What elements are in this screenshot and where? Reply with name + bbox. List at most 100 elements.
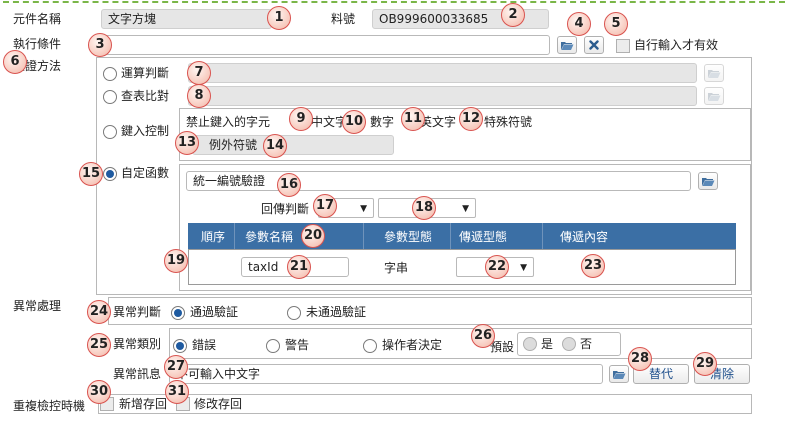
annotation-badge: 5 bbox=[604, 12, 628, 36]
exception-category-group bbox=[169, 328, 752, 359]
category-error-radio[interactable] bbox=[173, 339, 187, 353]
params-table-header: 順序 參數名稱 參數型態 傳遞型態 傳遞內容 bbox=[188, 223, 736, 249]
custom-func-input[interactable]: 統一編號驗證 bbox=[186, 171, 691, 191]
part-no-label: 料號 bbox=[331, 12, 356, 26]
exception-category-label: 異常類別 bbox=[113, 337, 162, 351]
annotation-badge: 22 bbox=[485, 255, 509, 279]
forbid-special-option[interactable]: 特殊符號 bbox=[484, 114, 532, 130]
exec-condition-label: 執行條件 bbox=[13, 37, 62, 51]
annotation-badge: 13 bbox=[175, 131, 199, 155]
col-pass-type: 傳遞型態 bbox=[459, 230, 508, 244]
calc-field[interactable] bbox=[188, 63, 697, 83]
custom-func-radio[interactable] bbox=[103, 167, 117, 181]
exception-symbols-field[interactable]: 例外符號 bbox=[192, 135, 394, 155]
exec-condition-browse-button[interactable] bbox=[557, 36, 577, 54]
close-icon bbox=[589, 40, 599, 50]
annotation-badge: 6 bbox=[3, 50, 27, 74]
annotation-badge: 18 bbox=[412, 196, 436, 220]
annotation-badge: 21 bbox=[287, 255, 311, 279]
exec-condition-input[interactable] bbox=[101, 35, 550, 55]
default-yes-radio[interactable] bbox=[523, 337, 537, 351]
calc-label: 運算判斷 bbox=[121, 66, 170, 80]
repeat-edit-label: 修改存回 bbox=[194, 397, 243, 411]
judge-fail-label: 未通過驗証 bbox=[306, 305, 367, 319]
top-divider bbox=[3, 1, 785, 3]
category-operator-radio[interactable] bbox=[363, 339, 377, 353]
return-judge-label: 回傳判斷 bbox=[261, 202, 310, 216]
calc-radio[interactable] bbox=[103, 67, 117, 81]
category-operator-label: 操作者決定 bbox=[382, 338, 443, 352]
repeat-new-label: 新增存回 bbox=[119, 397, 168, 411]
category-warning-radio[interactable] bbox=[266, 339, 280, 353]
key-control-radio[interactable] bbox=[103, 125, 117, 139]
self-input-checkbox[interactable] bbox=[616, 39, 630, 53]
annotation-badge: 8 bbox=[187, 84, 211, 108]
forbidden-chars-label: 禁止鍵入的字元 bbox=[186, 115, 271, 129]
annotation-badge: 25 bbox=[87, 333, 111, 357]
annotation-badge: 2 bbox=[501, 3, 525, 27]
col-param-name: 參數名稱 bbox=[245, 230, 294, 244]
annotation-badge: 19 bbox=[164, 249, 188, 273]
chevron-down-icon: ▼ bbox=[520, 263, 527, 273]
annotation-badge: 16 bbox=[277, 173, 301, 197]
annotation-badge: 10 bbox=[342, 110, 366, 134]
default-no-radio[interactable] bbox=[562, 337, 576, 351]
key-control-label: 鍵入控制 bbox=[121, 124, 170, 138]
annotation-badge: 20 bbox=[301, 224, 325, 248]
annotation-badge: 31 bbox=[165, 380, 189, 404]
annotation-badge: 12 bbox=[459, 107, 483, 131]
lookup-browse-button[interactable] bbox=[704, 87, 724, 105]
lookup-field[interactable] bbox=[188, 86, 697, 106]
judge-fail-radio[interactable] bbox=[287, 306, 301, 320]
calc-browse-button[interactable] bbox=[704, 64, 724, 82]
self-input-label: 自行輸入才有效 bbox=[634, 38, 719, 52]
annotation-badge: 29 bbox=[693, 352, 717, 376]
exception-message-label: 異常訊息 bbox=[113, 367, 162, 381]
exception-message-browse-button[interactable] bbox=[609, 365, 629, 383]
annotation-badge: 14 bbox=[263, 134, 287, 158]
param-type-cell: 字串 bbox=[384, 261, 409, 275]
default-no-label: 否 bbox=[580, 337, 593, 351]
component-name-field[interactable]: 文字方塊 bbox=[101, 9, 272, 29]
annotation-badge: 27 bbox=[164, 355, 188, 379]
col-order: 順序 bbox=[201, 230, 226, 244]
annotation-badge: 17 bbox=[313, 194, 337, 218]
annotation-badge: 7 bbox=[187, 61, 211, 85]
forbid-english-option[interactable]: 英文字 bbox=[420, 114, 456, 130]
category-error-label: 錯誤 bbox=[192, 338, 217, 352]
default-yes-label: 是 bbox=[541, 337, 554, 351]
custom-func-label: 自定函數 bbox=[121, 166, 170, 180]
col-pass-content: 傳遞內容 bbox=[560, 230, 609, 244]
annotation-badge: 11 bbox=[401, 107, 425, 131]
folder-open-icon bbox=[613, 370, 626, 379]
category-warning-label: 警告 bbox=[285, 338, 310, 352]
annotation-badge: 24 bbox=[87, 300, 111, 324]
annotation-badge: 28 bbox=[628, 347, 652, 371]
component-name-label: 元件名稱 bbox=[13, 12, 62, 26]
exec-condition-clear-button[interactable] bbox=[584, 36, 604, 54]
annotation-badge: 1 bbox=[267, 6, 291, 30]
folder-open-icon bbox=[708, 69, 721, 78]
forbid-digits-option[interactable]: 數字 bbox=[370, 114, 394, 130]
lookup-label: 查表比對 bbox=[121, 89, 170, 103]
annotation-badge: 4 bbox=[567, 12, 591, 36]
chevron-down-icon: ▼ bbox=[462, 204, 469, 214]
folder-open-icon bbox=[708, 92, 721, 101]
exception-symbols-label: 例外符號 bbox=[209, 138, 258, 152]
custom-func-browse-button[interactable] bbox=[698, 172, 718, 190]
judge-pass-radio[interactable] bbox=[171, 306, 185, 320]
annotation-badge: 15 bbox=[79, 162, 103, 186]
repeat-check-label: 重複檢控時機 bbox=[13, 399, 86, 413]
judge-pass-label: 通過驗証 bbox=[190, 305, 239, 319]
annotation-badge: 23 bbox=[581, 254, 605, 278]
exception-message-input[interactable]: 不可輸入中文字 bbox=[169, 364, 603, 384]
lookup-radio[interactable] bbox=[103, 90, 117, 104]
annotation-badge: 26 bbox=[471, 324, 495, 348]
folder-open-icon bbox=[561, 41, 574, 50]
exception-handling-label: 異常處理 bbox=[13, 299, 62, 313]
annotation-badge: 3 bbox=[88, 33, 112, 57]
col-param-type: 參數型態 bbox=[384, 230, 433, 244]
exception-judge-label: 異常判斷 bbox=[113, 305, 162, 319]
chevron-down-icon: ▼ bbox=[360, 204, 367, 214]
annotation-badge: 30 bbox=[87, 380, 111, 404]
